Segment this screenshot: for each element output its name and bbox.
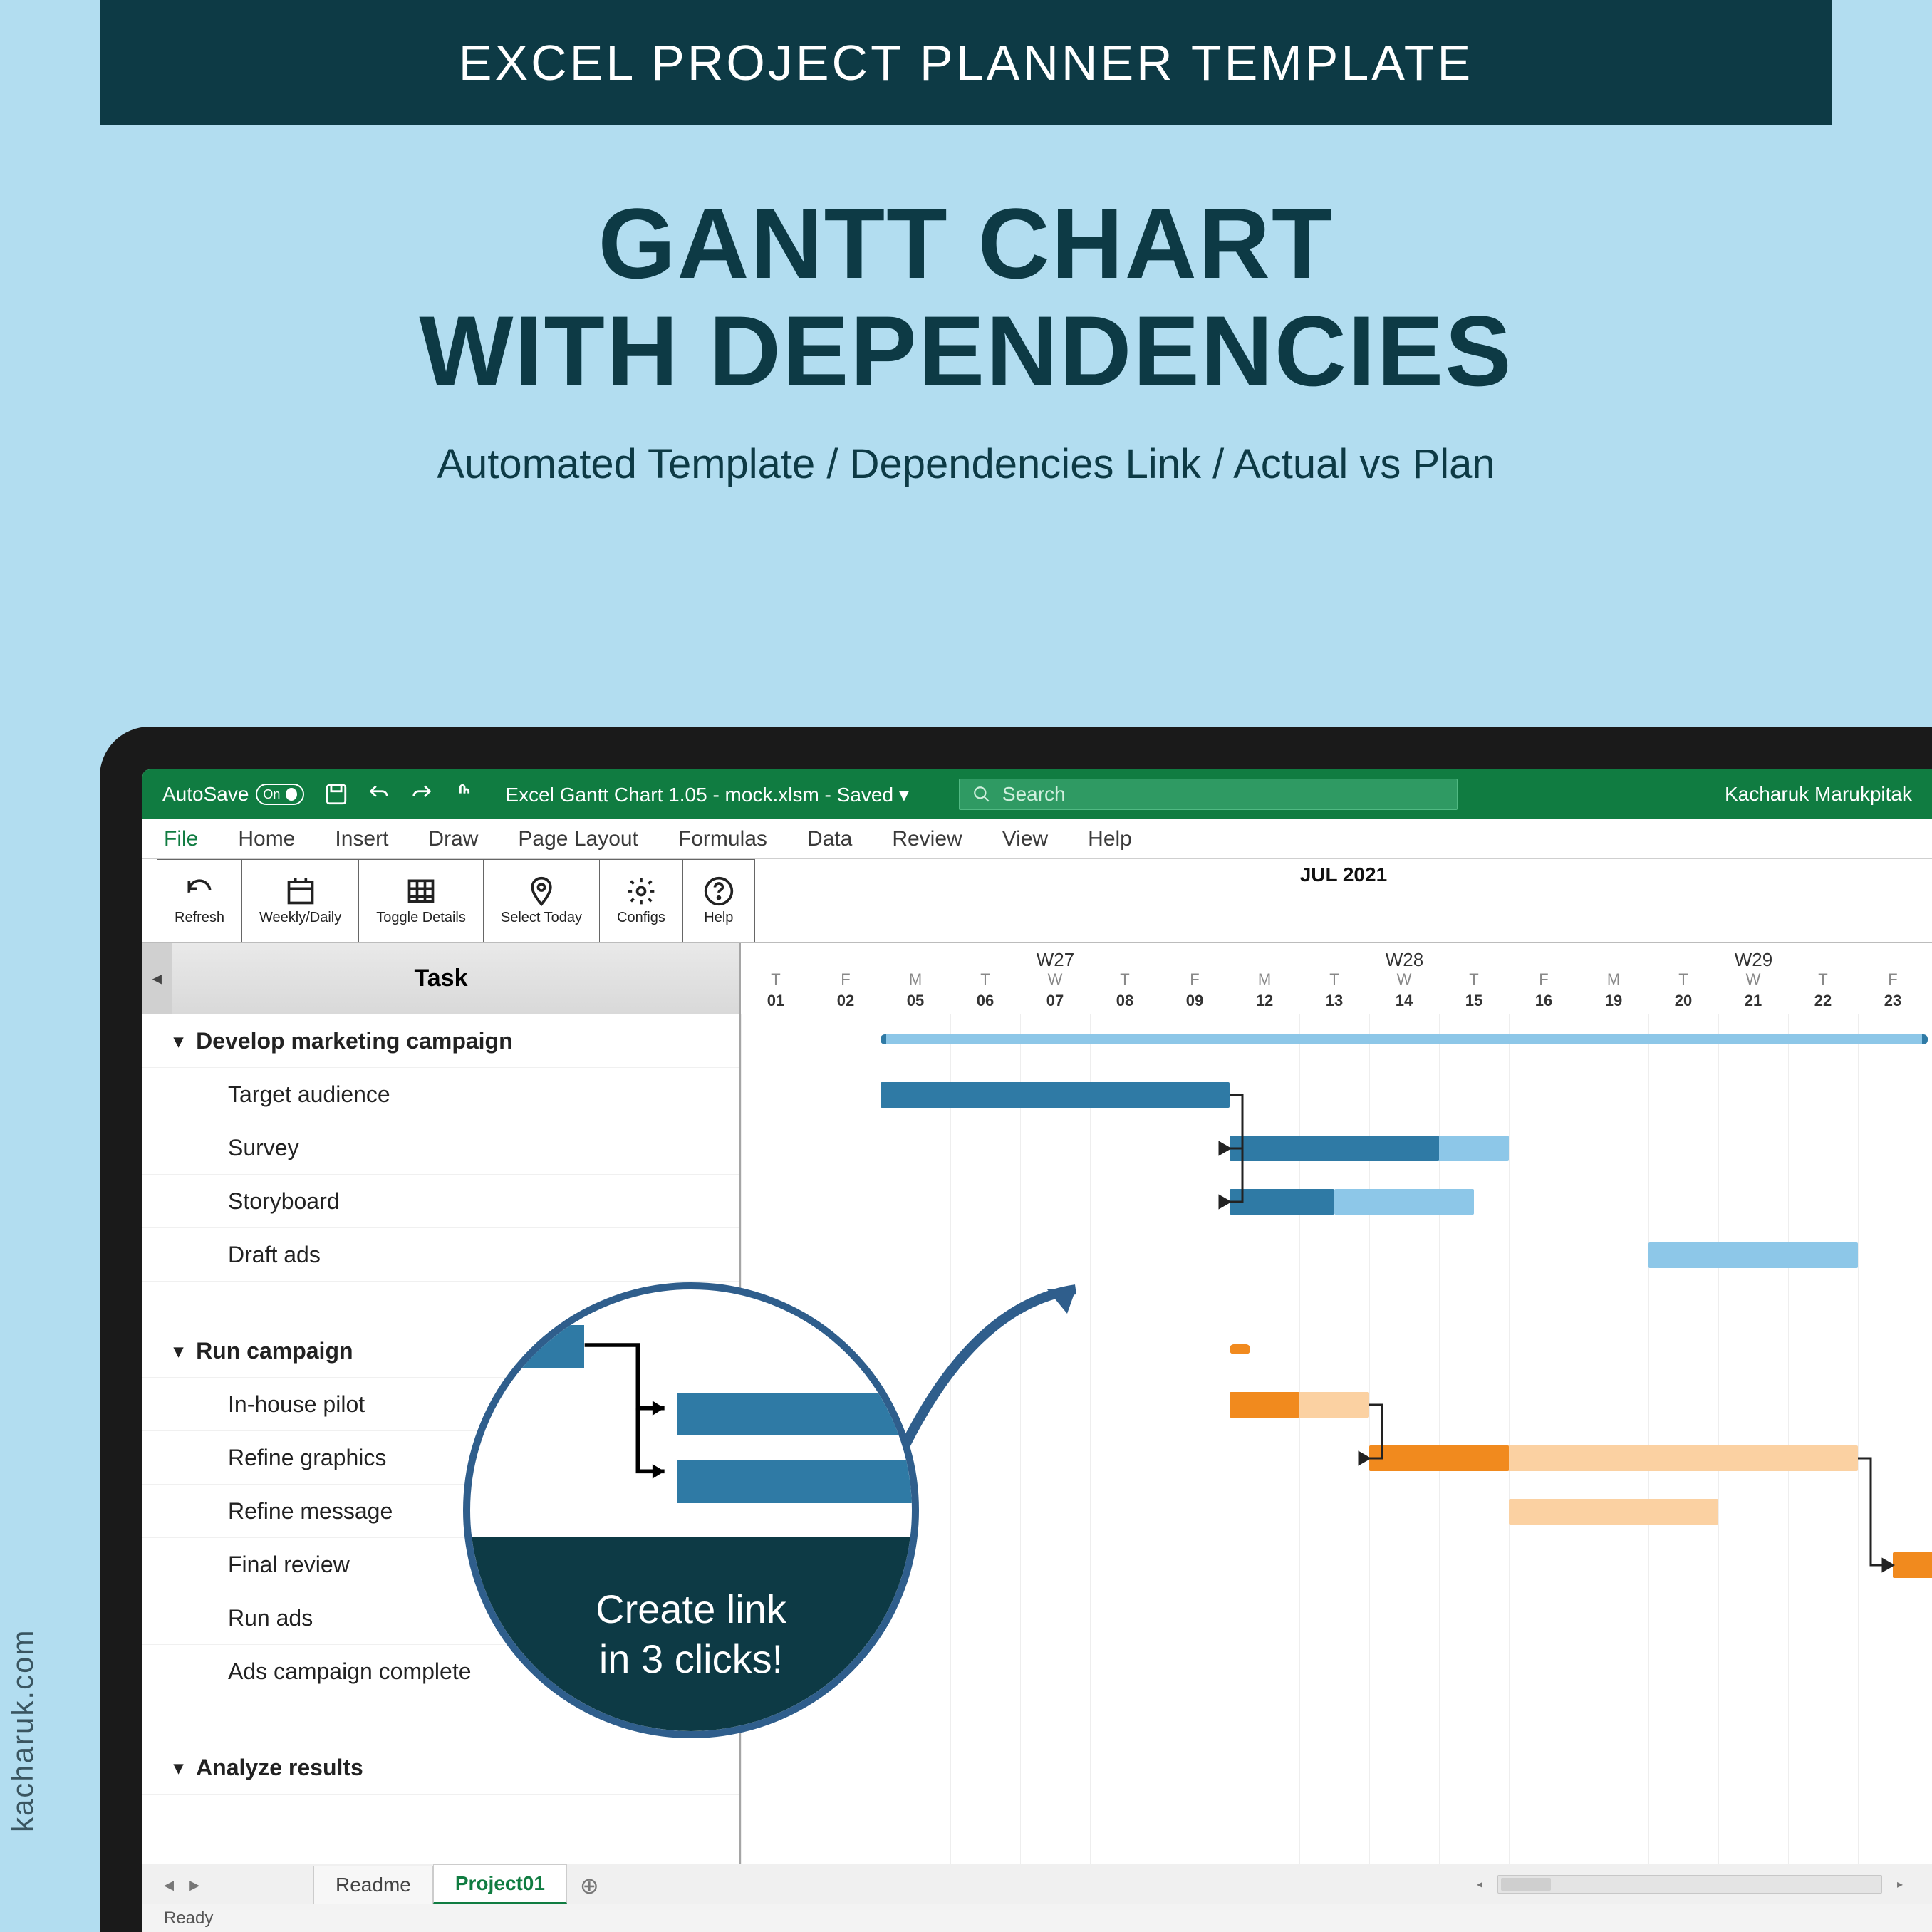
month-label: JUL 2021 bbox=[1300, 863, 1387, 886]
gantt-bar[interactable] bbox=[1648, 1242, 1858, 1268]
ribbon-tabs: File Home Insert Draw Page Layout Formulas Dat… bbox=[142, 819, 1932, 859]
ribbon-tab-insert[interactable]: Insert bbox=[335, 827, 388, 851]
gantt-bar[interactable] bbox=[1230, 1189, 1334, 1215]
redo-icon[interactable] bbox=[410, 782, 434, 806]
autosave-toggle[interactable]: AutoSave On bbox=[162, 783, 304, 806]
ribbon-tab-review[interactable]: Review bbox=[892, 827, 962, 851]
gantt-bar[interactable] bbox=[1369, 1445, 1509, 1471]
callout-arrow bbox=[890, 1275, 1104, 1464]
task-row[interactable]: Survey bbox=[142, 1121, 739, 1175]
gantt-bar[interactable] bbox=[1230, 1392, 1299, 1418]
toolbar-refresh[interactable]: Refresh bbox=[157, 859, 242, 942]
callout-bubble: Create linkin 3 clicks! bbox=[463, 1282, 919, 1738]
toolbar-toggle-details[interactable]: Toggle Details bbox=[359, 859, 484, 942]
ribbon-tab-data[interactable]: Data bbox=[807, 827, 852, 851]
tagline: Automated Template / Dependencies Link /… bbox=[0, 440, 1932, 488]
ribbon-tab-home[interactable]: Home bbox=[238, 827, 295, 851]
task-row[interactable]: Analyze results bbox=[142, 1741, 739, 1795]
gantt-bar[interactable] bbox=[1509, 1499, 1718, 1525]
user-name[interactable]: Kacharuk Marukpitak bbox=[1725, 783, 1912, 806]
undo-icon[interactable] bbox=[367, 782, 391, 806]
callout-caption: Create linkin 3 clicks! bbox=[470, 1537, 912, 1731]
week-label: W27 bbox=[881, 949, 1230, 971]
sheet-tab-project01[interactable]: Project01 bbox=[433, 1864, 567, 1904]
search-icon bbox=[972, 785, 991, 804]
toolbar-weekly-daily[interactable]: Weekly/Daily bbox=[242, 859, 359, 942]
task-header[interactable]: ◂ Task bbox=[142, 943, 739, 1014]
watermark: kacharuk.com bbox=[6, 1629, 40, 1832]
gantt-bar[interactable] bbox=[1230, 1344, 1250, 1354]
custom-toolbar: RefreshWeekly/DailyToggle DetailsSelect … bbox=[142, 859, 1932, 943]
titlebar: AutoSave On Excel Gantt Chart 1.05 - moc… bbox=[142, 769, 1932, 819]
task-row[interactable]: Target audience bbox=[142, 1068, 739, 1121]
gantt-bar[interactable] bbox=[881, 1082, 1230, 1108]
touch-icon[interactable] bbox=[452, 782, 477, 806]
week-label: W29 bbox=[1579, 949, 1928, 971]
ribbon-tab-formulas[interactable]: Formulas bbox=[678, 827, 767, 851]
ribbon-tab-help[interactable]: Help bbox=[1088, 827, 1132, 851]
gantt-bar[interactable] bbox=[881, 1034, 1928, 1044]
status-bar: Ready bbox=[142, 1904, 1932, 1932]
task-row[interactable]: Draft ads bbox=[142, 1228, 739, 1282]
gantt-bar[interactable] bbox=[1230, 1136, 1439, 1161]
ribbon-tab-file[interactable]: File bbox=[164, 827, 198, 851]
sheet-tab-strip: ◂▸ Readme Project01 ⊕ ◂ ▸ bbox=[142, 1864, 1932, 1904]
add-sheet-button[interactable]: ⊕ bbox=[567, 1868, 612, 1904]
toolbar-help[interactable]: Help bbox=[683, 859, 755, 942]
tab-nav[interactable]: ◂▸ bbox=[164, 1872, 199, 1896]
search-input[interactable]: Search bbox=[959, 779, 1458, 810]
save-icon[interactable] bbox=[324, 782, 348, 806]
horizontal-scrollbar[interactable]: ◂ ▸ bbox=[1469, 1875, 1911, 1894]
ribbon-tab-view[interactable]: View bbox=[1002, 827, 1048, 851]
collapse-handle[interactable]: ◂ bbox=[142, 943, 172, 1014]
task-row[interactable]: Develop marketing campaign bbox=[142, 1014, 739, 1068]
quick-access-toolbar[interactable] bbox=[324, 782, 477, 806]
gantt-bar[interactable] bbox=[1893, 1552, 1932, 1578]
toolbar-select-today[interactable]: Select Today bbox=[484, 859, 600, 942]
task-row[interactable]: Storyboard bbox=[142, 1175, 739, 1228]
doc-title[interactable]: Excel Gantt Chart 1.05 - mock.xlsm - Sav… bbox=[505, 783, 908, 806]
sheet-tab-readme[interactable]: Readme bbox=[313, 1866, 433, 1904]
banner-title: EXCEL PROJECT PLANNER TEMPLATE bbox=[100, 0, 1832, 125]
ribbon-tab-draw[interactable]: Draw bbox=[428, 827, 478, 851]
headline: GANTT CHART WITH DEPENDENCIES bbox=[0, 189, 1932, 405]
ribbon-tab-page-layout[interactable]: Page Layout bbox=[518, 827, 638, 851]
week-label: W28 bbox=[1230, 949, 1579, 971]
toolbar-configs[interactable]: Configs bbox=[600, 859, 683, 942]
gantt-bar-actual[interactable] bbox=[1334, 1189, 1474, 1215]
